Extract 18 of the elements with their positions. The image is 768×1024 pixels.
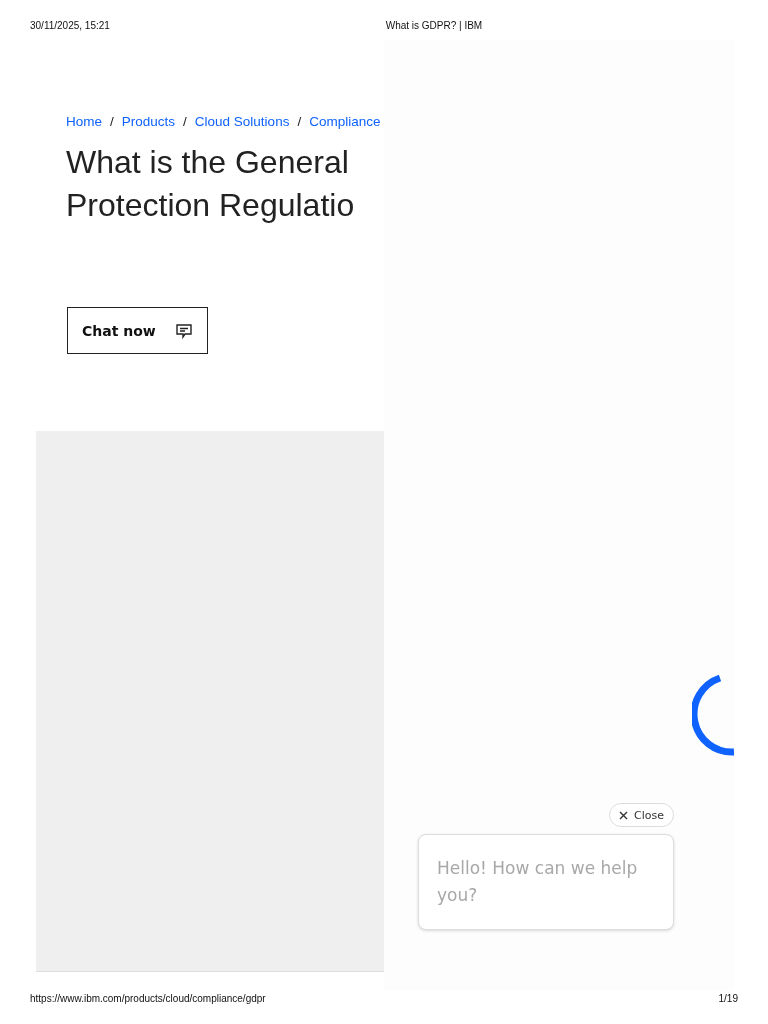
loading-spinner-icon [692,672,734,756]
chat-message: Hello! How can we help you? [418,834,674,930]
breadcrumb-separator: / [183,114,187,129]
breadcrumb-link[interactable]: Home [66,114,102,129]
page-heading: What is the General Protection Regulatio [66,143,356,225]
breadcrumb-link[interactable]: Compliance [309,114,381,129]
page-title: What is GDPR? | IBM [385,19,483,31]
chat-icon [175,321,193,340]
page-url: https://www.ibm.com/products/cloud/compliance/gdpr [30,993,266,1004]
page-number: 1/19 [718,993,738,1004]
breadcrumb-link[interactable]: Cloud Solutions [194,114,290,129]
print-date: 30/11/2025, 15:21 [30,19,110,31]
breadcrumb-link[interactable]: Products [121,114,176,129]
breadcrumb-separator: / [110,114,114,129]
close-icon [619,810,629,820]
chat-now-button[interactable]: Chat now [67,307,208,354]
breadcrumb-separator: / [297,114,302,129]
close-button[interactable]: Close [609,803,674,827]
